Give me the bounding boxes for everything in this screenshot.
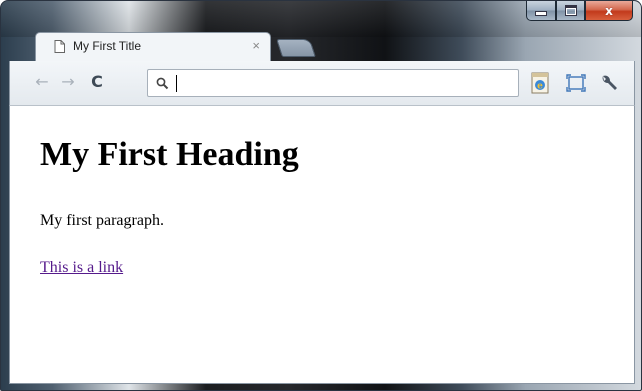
forward-arrow-icon[interactable]: → xyxy=(57,70,79,94)
close-icon: x xyxy=(605,3,613,18)
new-tab-button[interactable] xyxy=(276,39,316,57)
fullscreen-icon[interactable] xyxy=(565,72,587,94)
search-icon xyxy=(156,77,169,90)
tab-title: My First Title xyxy=(73,39,141,53)
svg-text:e: e xyxy=(537,82,543,92)
toolbar: ← → C e xyxy=(9,61,635,105)
omnibox[interactable] xyxy=(147,69,519,97)
browser-window: x My First Title × ← → C e My First Head… xyxy=(0,0,642,391)
minimize-button[interactable] xyxy=(526,1,556,21)
close-window-button[interactable]: x xyxy=(585,1,633,21)
page-heading: My First Heading xyxy=(40,136,299,173)
window-controls: x xyxy=(526,1,633,22)
browser-tab[interactable]: My First Title × xyxy=(35,32,271,62)
wrench-icon[interactable] xyxy=(598,72,620,94)
page-icon xyxy=(54,39,65,53)
page-content: My First Heading My first paragraph. Thi… xyxy=(9,105,635,384)
reload-icon[interactable]: C xyxy=(86,70,108,94)
maximize-icon xyxy=(564,5,577,16)
maximize-button[interactable] xyxy=(556,1,585,21)
text-caret xyxy=(176,75,177,92)
tab-close-icon[interactable]: × xyxy=(252,38,260,53)
page-link[interactable]: This is a link xyxy=(40,259,123,277)
address-input[interactable] xyxy=(174,73,508,95)
back-arrow-icon[interactable]: ← xyxy=(31,70,53,94)
ie-tab-icon[interactable]: e xyxy=(529,72,551,94)
minimize-icon xyxy=(535,11,547,16)
page-paragraph: My first paragraph. xyxy=(40,212,164,229)
